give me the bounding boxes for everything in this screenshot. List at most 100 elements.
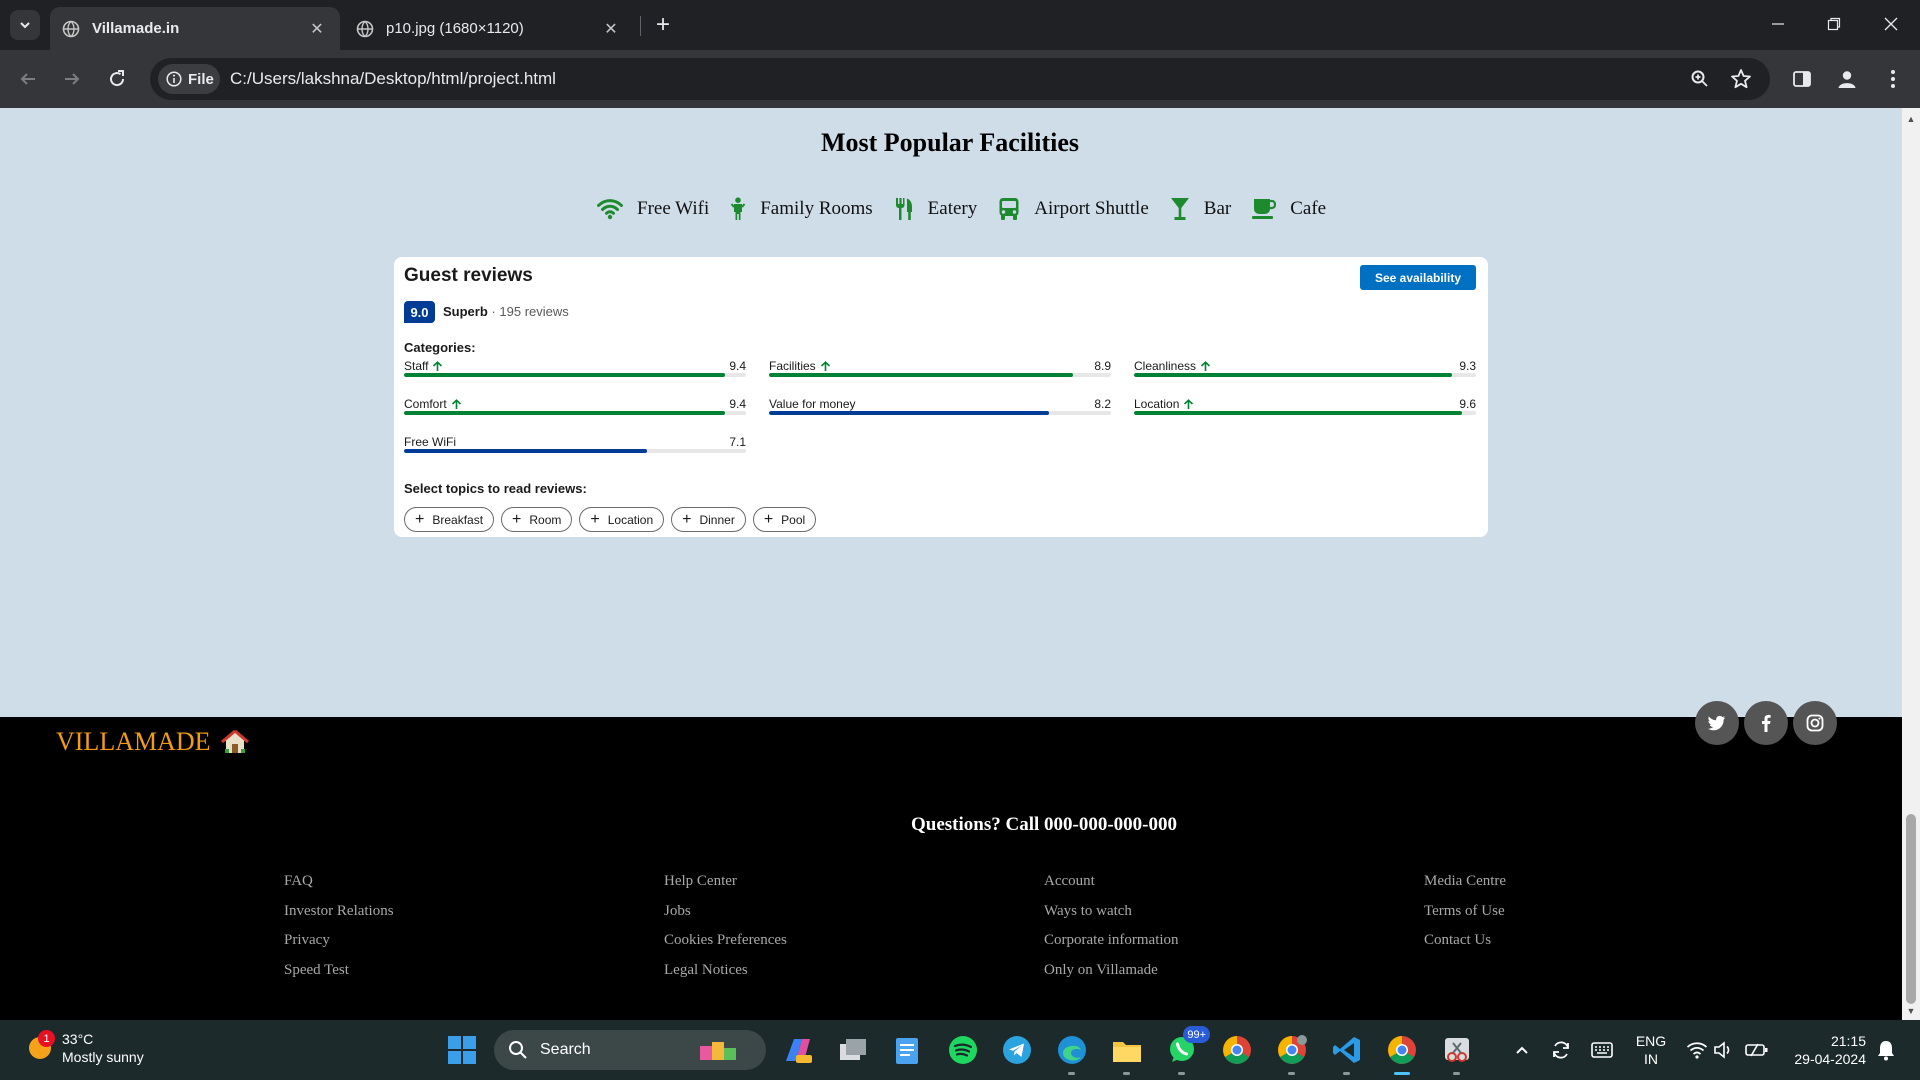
wifi-tray-button[interactable] [1685,1038,1709,1062]
spotify-app[interactable] [945,1032,981,1068]
forward-button[interactable] [57,64,87,94]
notepad-icon [896,1038,918,1064]
scrollbar-thumb[interactable] [1906,814,1916,1004]
footer-link[interactable]: Help Center [664,867,787,897]
bookmark-star-icon[interactable] [1729,67,1753,91]
reload-button[interactable] [102,64,132,94]
scroll-down-arrow-icon[interactable]: ▼ [1906,1006,1916,1016]
contact-phone: Questions? Call 000-000-000-000 [911,814,1177,835]
task-view-icon [840,1039,866,1060]
footer-link[interactable]: Contact Us [1424,926,1506,956]
facility-cafe: Cafe [1252,198,1326,220]
battery-tray-button[interactable] [1745,1038,1769,1062]
footer-link[interactable]: Ways to watch [1044,897,1179,927]
minimize-icon [1772,23,1784,25]
see-availability-button[interactable]: See availability [1360,265,1476,290]
site-info-chip[interactable]: File [158,64,220,94]
profile-button[interactable] [1832,64,1862,94]
sync-tray-button[interactable] [1549,1038,1573,1062]
facebook-button[interactable] [1744,701,1788,745]
volume-tray-button[interactable] [1712,1038,1736,1062]
chrome-active-app[interactable] [1384,1032,1420,1075]
telegram-app[interactable] [999,1032,1035,1068]
back-button[interactable] [13,64,43,94]
topic-label: Pool [781,512,806,527]
instagram-button[interactable] [1793,701,1837,745]
footer-link[interactable]: Cookies Preferences [664,926,787,956]
category-label: Free WiFi [404,435,456,449]
url-text[interactable]: C:/Users/lakshna/Desktop/html/project.ht… [230,69,556,89]
tab-villamade[interactable]: Villamade.in ✕ [50,7,340,50]
tab-close-icon[interactable]: ✕ [600,19,622,39]
footer-link[interactable]: Legal Notices [664,956,787,986]
running-indicator [1068,1072,1075,1075]
close-window-button[interactable] [1868,8,1914,40]
copilot-app[interactable] [780,1032,816,1068]
scroll-up-arrow-icon[interactable]: ▲ [1906,114,1916,124]
file-explorer-app[interactable] [1109,1032,1145,1075]
snipping-tool-app[interactable] [1439,1032,1475,1075]
footer-brand[interactable]: VILLAMADE [56,727,249,757]
notepad-app[interactable] [889,1032,925,1068]
footer-link[interactable]: Privacy [284,926,394,956]
footer-link[interactable]: Account [1044,867,1179,897]
arrow-left-icon [20,73,35,85]
new-tab-button[interactable]: + [648,10,678,40]
weather-widget[interactable]: 1 33°C Mostly sunny [26,1030,144,1066]
menu-button[interactable] [1878,64,1908,94]
footer-link[interactable]: Speed Test [284,956,394,986]
chrome-app[interactable] [1219,1032,1255,1068]
taskbar-clock[interactable]: 21:15 29-04-2024 [1782,1032,1866,1068]
vscode-app[interactable] [1329,1032,1365,1075]
folder-icon [1113,1042,1141,1062]
browser-tab-strip: Villamade.in ✕ p10.jpg (1680×1120) ✕ + [0,0,1920,50]
windows-taskbar: 1 33°C Mostly sunny Search 99+ ENG IN 21… [0,1020,1920,1080]
start-button[interactable] [444,1032,480,1068]
topics-heading: Select topics to read reviews: [404,481,587,496]
twitter-icon [1708,715,1725,731]
edge-app[interactable] [1054,1032,1090,1075]
footer-link[interactable]: Only on Villamade [1044,956,1179,986]
category-score: 9.4 [729,359,746,373]
taskbar-search[interactable]: Search [494,1030,766,1070]
review-count: 195 reviews [499,304,569,319]
footer-link[interactable]: Jobs [664,897,787,927]
spotify-icon [949,1036,977,1064]
address-bar[interactable]: File C:/Users/lakshna/Desktop/html/proje… [150,58,1770,100]
footer-column-2: Help Center Jobs Cookies Preferences Leg… [664,867,787,985]
page-scrollbar[interactable]: ▲ ▼ [1902,108,1920,1020]
windows-logo-icon [448,1036,476,1064]
topic-room[interactable]: + Room [501,507,573,532]
running-indicator [1343,1072,1350,1075]
footer-link[interactable]: Corporate information [1044,926,1179,956]
topic-pool[interactable]: + Pool [752,507,817,532]
tab-search-button[interactable] [10,10,40,40]
whatsapp-app[interactable]: 99+ [1164,1026,1210,1075]
twitter-button[interactable] [1695,701,1739,745]
facilities-list: Free Wifi Family Rooms Eatery Airport Sh… [597,197,1347,221]
tab-image[interactable]: p10.jpg (1680×1120) ✕ [344,7,634,50]
zoom-icon[interactable] [1688,67,1712,91]
topic-location[interactable]: + Location [579,507,665,532]
footer-link[interactable]: Terms of Use [1424,897,1506,927]
show-hidden-icons-button[interactable] [1510,1038,1534,1062]
footer-link[interactable]: FAQ [284,867,394,897]
footer-link[interactable]: Media Centre [1424,867,1506,897]
restore-button[interactable] [1811,8,1857,40]
chrome-profile-app[interactable] [1274,1032,1310,1075]
score-bar-fill [404,411,726,415]
task-view-app[interactable] [835,1032,871,1068]
tab-close-icon[interactable]: ✕ [306,19,328,39]
category-facilities: Facilities 8.9 [769,359,1111,385]
side-panel-button[interactable] [1787,64,1817,94]
language-indicator[interactable]: ENG IN [1634,1032,1668,1068]
minimize-button[interactable] [1755,8,1801,40]
keyboard-tray-button[interactable] [1590,1038,1614,1062]
topic-label: Location [607,512,654,527]
arrow-up-icon [1200,360,1211,371]
topic-dinner[interactable]: + Dinner [671,507,746,532]
notifications-button[interactable] [1874,1038,1898,1062]
topic-breakfast[interactable]: + Breakfast [404,507,495,532]
category-staff: Staff 9.4 [404,359,746,385]
footer-link[interactable]: Investor Relations [284,897,394,927]
